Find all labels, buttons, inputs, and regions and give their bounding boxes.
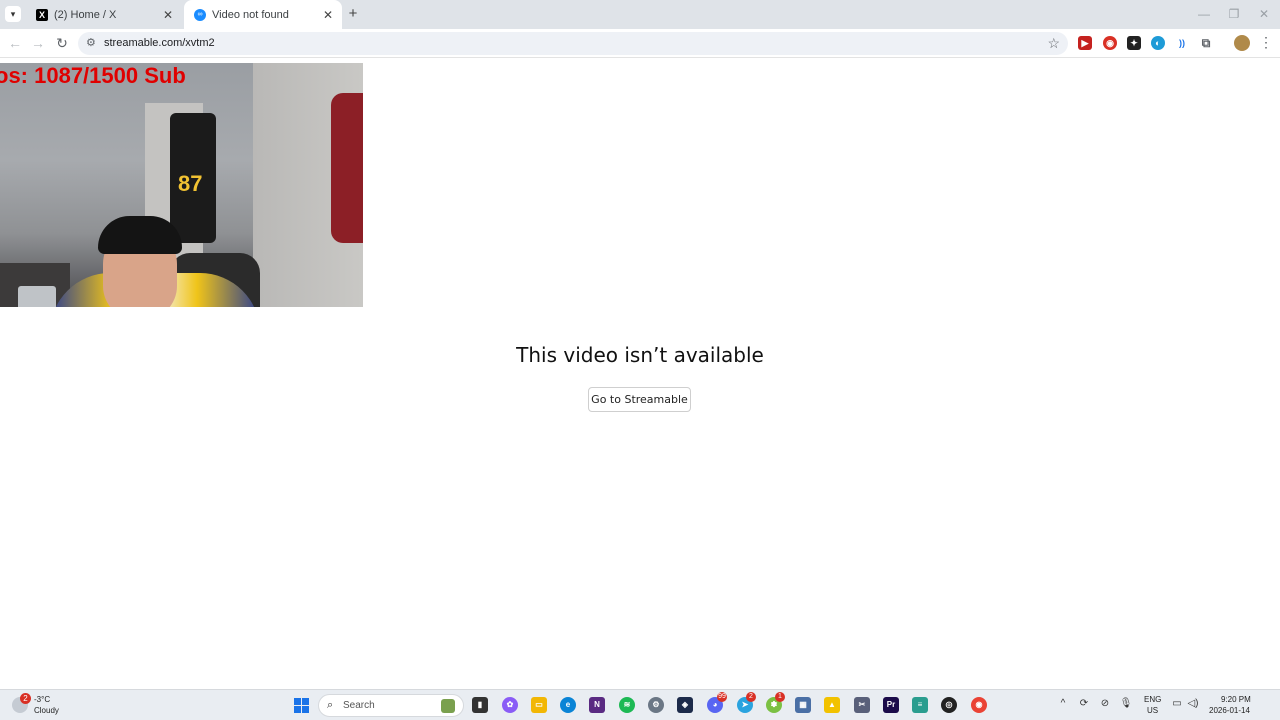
profile-avatar[interactable] [1234, 35, 1250, 51]
new-tab-button[interactable]: + [345, 6, 361, 22]
task-view-icon[interactable]: ▮ [472, 697, 488, 713]
window-close-icon[interactable]: ✕ [1254, 7, 1274, 21]
taskbar: 2 -3°C Cloudy ⌕ Search ▮ ✿ ▭ e N ≋ ⚙ ◈ ◕… [0, 689, 1280, 720]
extensions-puzzle-icon[interactable]: ⧉ [1199, 36, 1213, 50]
stream-goal-overlay-text: os: 1087/1500 Sub [0, 63, 186, 88]
edge-browser-icon[interactable]: e [560, 697, 576, 713]
webcam-overlay: 87 [0, 63, 363, 307]
speaker-icon[interactable]: ◁) [1186, 698, 1200, 709]
settings-gear-icon[interactable]: ⚙ [648, 697, 664, 713]
extension-blue-icon[interactable]: ◐ [1151, 36, 1165, 50]
tab-home-x[interactable]: X (2) Home / X ✕ [26, 0, 182, 29]
taskbar-search-input[interactable]: ⌕ Search [318, 694, 464, 717]
tab-search-button[interactable]: ▾ [5, 6, 21, 22]
extension-red-circle-icon[interactable]: ◉ [1103, 36, 1117, 50]
display-icon[interactable]: ▭ [1170, 698, 1184, 709]
back-arrow-icon[interactable]: ← [6, 34, 24, 52]
discord-badge: 99 [717, 692, 727, 702]
network-off-icon[interactable]: ⊘ [1098, 698, 1112, 709]
warning-app-icon[interactable]: ▲ [824, 697, 840, 713]
tab-title: (2) Home / X [54, 8, 117, 21]
windows-start-icon[interactable] [294, 698, 309, 713]
weather-badge: 2 [20, 693, 31, 704]
x-logo-icon: X [36, 8, 48, 21]
copilot-icon[interactable]: ✿ [502, 697, 518, 713]
chrome-icon[interactable]: ◉ [971, 697, 987, 713]
menu-kebab-icon[interactable]: ⋮ [1259, 34, 1273, 51]
spotify-icon[interactable]: ≋ [619, 697, 635, 713]
telegram-badge: 2 [746, 692, 756, 702]
extension-dark-icon[interactable]: ✦ [1127, 36, 1141, 50]
address-bar[interactable]: ⚙ streamable.com/xvtm2 ☆ [78, 32, 1068, 55]
nzxt-cam-icon[interactable]: N [589, 697, 605, 713]
snipping-tool-icon[interactable]: ✂ [854, 697, 870, 713]
award-plaque [18, 286, 56, 307]
search-placeholder: Search [343, 700, 375, 711]
clock-date[interactable]: 2026-01-14 [1209, 706, 1250, 715]
file-explorer-icon[interactable]: ▭ [531, 697, 547, 713]
obs-studio-icon[interactable]: ◎ [941, 697, 957, 713]
chevron-up-icon[interactable]: ^ [1056, 698, 1070, 709]
close-icon[interactable]: ✕ [320, 8, 336, 22]
hanging-jersey-red [331, 93, 363, 243]
page-title: This video isn’t available [516, 343, 764, 367]
sync-icon[interactable]: ⟳ [1077, 698, 1091, 709]
language-code[interactable]: ENG [1144, 695, 1161, 704]
language-region[interactable]: US [1147, 706, 1158, 715]
app-dark-icon[interactable]: ◈ [677, 697, 693, 713]
bookmark-star-icon[interactable]: ☆ [1047, 35, 1060, 52]
search-icon: ⌕ [327, 699, 334, 711]
url-text[interactable]: streamable.com/xvtm2 [104, 37, 215, 49]
microphone-icon[interactable]: 🎙 [1119, 698, 1133, 709]
minimize-icon[interactable]: — [1194, 7, 1214, 21]
weather-temperature[interactable]: -3°C [34, 695, 50, 704]
close-icon[interactable]: ✕ [160, 8, 176, 22]
notepad-icon[interactable]: ≡ [912, 697, 928, 713]
clock-time[interactable]: 9:20 PM [1221, 695, 1251, 704]
premiere-pro-icon[interactable]: Pr [883, 697, 899, 713]
browser-toolbar: ← → ↻ ⚙ streamable.com/xvtm2 ☆ ▶ ◉ ✦ ◐ )… [0, 29, 1280, 58]
tab-title: Video not found [212, 8, 289, 21]
jersey-number: 87 [178, 171, 203, 196]
person-cap [98, 216, 182, 254]
site-info-icon[interactable]: ⚙ [86, 37, 98, 49]
search-highlight-icon [441, 699, 455, 713]
tab-strip: ▾ X (2) Home / X ✕ ∞ Video not found ✕ +… [0, 0, 1280, 29]
streamable-icon: ∞ [194, 8, 206, 21]
chevron-down-icon: ▾ [10, 8, 16, 19]
weather-description[interactable]: Cloudy [34, 706, 59, 715]
go-to-streamable-button[interactable]: Go to Streamable [588, 387, 691, 412]
restore-icon[interactable]: ❐ [1224, 7, 1244, 21]
calculator-icon[interactable]: ▦ [795, 697, 811, 713]
app-badge: 1 [775, 692, 785, 702]
forward-arrow-icon[interactable]: → [29, 34, 47, 52]
tab-video-not-found[interactable]: ∞ Video not found ✕ [184, 0, 342, 29]
extension-audio-icon[interactable]: )) [1175, 36, 1189, 50]
reload-icon[interactable]: ↻ [53, 34, 71, 52]
extension-red-square-icon[interactable]: ▶ [1078, 36, 1092, 50]
